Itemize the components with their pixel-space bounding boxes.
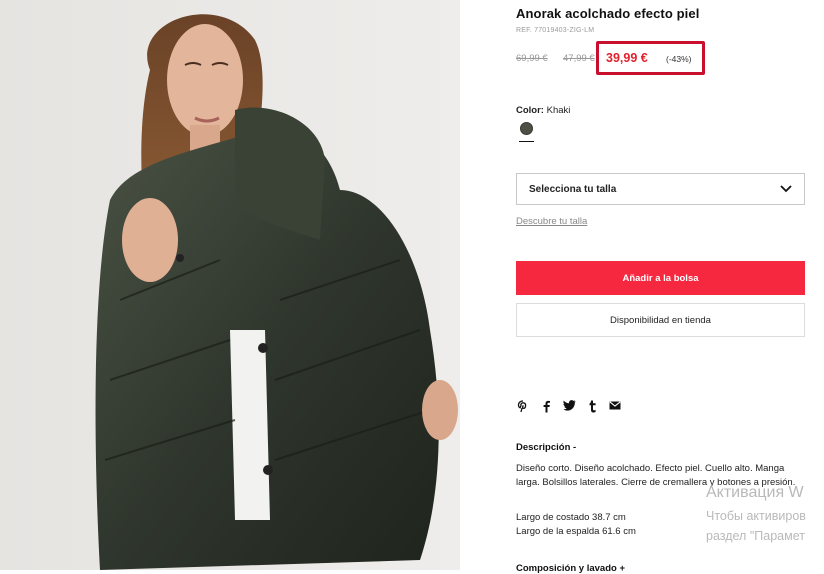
store-availability-button[interactable]: Disponibilidad en tienda: [516, 303, 805, 337]
original-price: 69,99 €: [516, 53, 548, 64]
product-ref: REF. 77019403-ZIG-LM: [516, 27, 595, 34]
product-title: Anorak acolchado efecto piel: [516, 6, 700, 21]
color-label-value: Khaki: [546, 105, 571, 116]
share-bar: [516, 400, 622, 414]
description-heading[interactable]: Descripción -: [516, 442, 576, 453]
measure-back-length: Largo de la espalda 61.6 cm: [516, 526, 636, 537]
twitter-icon[interactable]: [562, 400, 576, 414]
color-swatch-khaki[interactable]: [520, 122, 533, 135]
size-select[interactable]: Selecciona tu talla: [516, 173, 805, 205]
sale-price: 39,99 €: [606, 51, 648, 65]
color-label: Color: Khaki: [516, 105, 570, 116]
size-guide-link[interactable]: Descubre tu talla: [516, 216, 587, 227]
facebook-icon[interactable]: [539, 400, 553, 414]
tumblr-icon[interactable]: [585, 400, 599, 414]
add-to-bag-button[interactable]: Añadir a la bolsa: [516, 261, 805, 295]
pinterest-icon[interactable]: [516, 400, 530, 414]
windows-activation-line: раздел "Парамет: [706, 529, 805, 543]
color-label-key: Color:: [516, 105, 544, 116]
discount-badge: (-43%): [666, 54, 692, 64]
measure-side-length: Largo de costado 38.7 cm: [516, 512, 626, 523]
windows-activation-line: Чтобы активиров: [706, 509, 806, 523]
previous-price: 47,99 €: [563, 53, 595, 64]
email-icon[interactable]: [608, 400, 622, 414]
composition-heading[interactable]: Composición y lavado +: [516, 563, 625, 574]
windows-activation-title: Активация W: [706, 484, 804, 501]
size-select-label: Selecciona tu talla: [529, 184, 617, 195]
product-image[interactable]: [0, 0, 460, 570]
swatch-selected-indicator: [519, 141, 534, 142]
chevron-down-icon: [780, 185, 792, 193]
